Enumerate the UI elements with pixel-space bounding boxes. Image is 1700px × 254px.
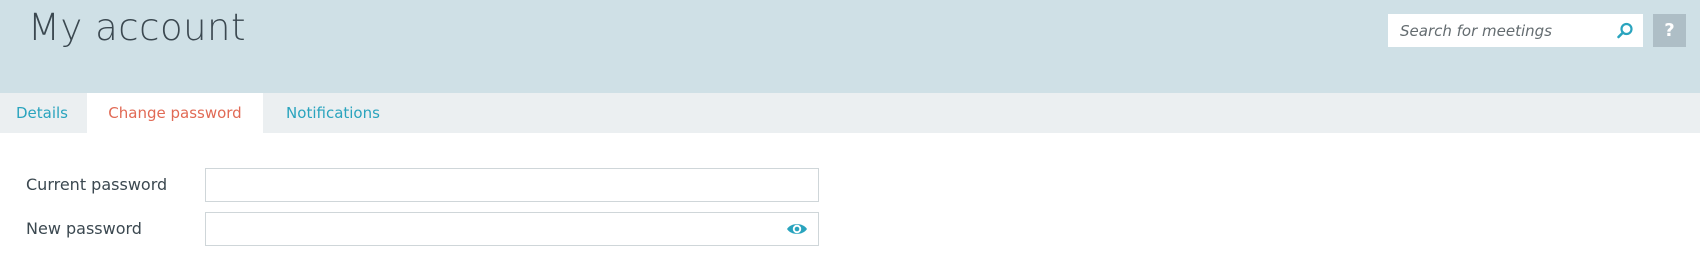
eye-icon[interactable] bbox=[786, 220, 808, 238]
page-title: My account bbox=[28, 6, 246, 49]
page-header: My account ? bbox=[0, 0, 1700, 93]
tab-bar: Details Change password Notifications bbox=[0, 93, 1700, 133]
current-password-field[interactable] bbox=[206, 169, 818, 201]
search-box bbox=[1388, 14, 1643, 47]
new-password-label: New password bbox=[26, 219, 142, 238]
new-password-field-wrapper bbox=[205, 212, 819, 246]
tab-details[interactable]: Details bbox=[0, 93, 84, 133]
search-input[interactable] bbox=[1388, 14, 1608, 47]
search-icon[interactable] bbox=[1616, 22, 1634, 40]
tab-notifications[interactable]: Notifications bbox=[266, 93, 400, 133]
current-password-field-wrapper bbox=[205, 168, 819, 202]
current-password-label: Current password bbox=[26, 175, 168, 194]
new-password-field[interactable] bbox=[206, 213, 818, 245]
help-button[interactable]: ? bbox=[1653, 14, 1686, 47]
tab-change-password[interactable]: Change password bbox=[87, 93, 263, 133]
